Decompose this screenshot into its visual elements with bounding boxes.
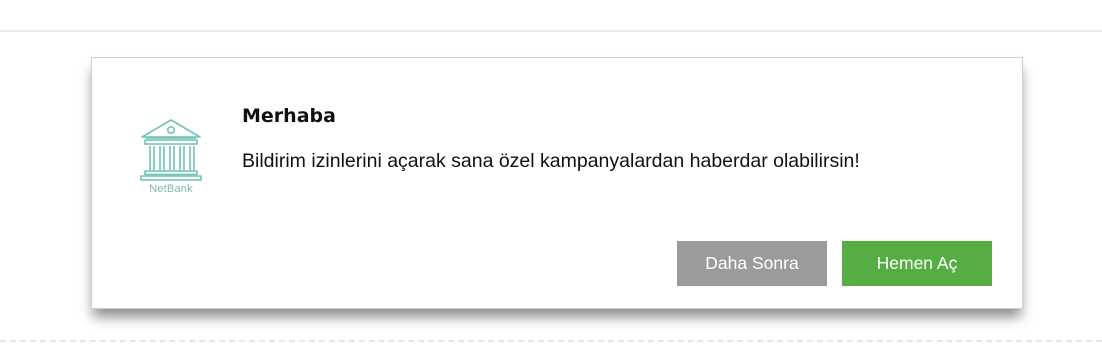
bottom-divider [0,340,1102,342]
notification-permission-dialog: NetBank Merhaba Bildirim izinlerini açar… [91,57,1023,309]
bank-building-icon [140,119,202,181]
netbank-logo: NetBank [136,116,206,198]
page: NetBank Merhaba Bildirim izinlerini açar… [0,0,1102,344]
logo-text: NetBank [149,183,193,195]
top-divider [0,30,1102,32]
dialog-title: Merhaba [242,105,336,127]
dialog-message: Bildirim izinlerini açarak sana özel kam… [242,150,860,172]
enable-now-button[interactable]: Hemen Aç [842,241,992,286]
later-button[interactable]: Daha Sonra [677,241,827,286]
